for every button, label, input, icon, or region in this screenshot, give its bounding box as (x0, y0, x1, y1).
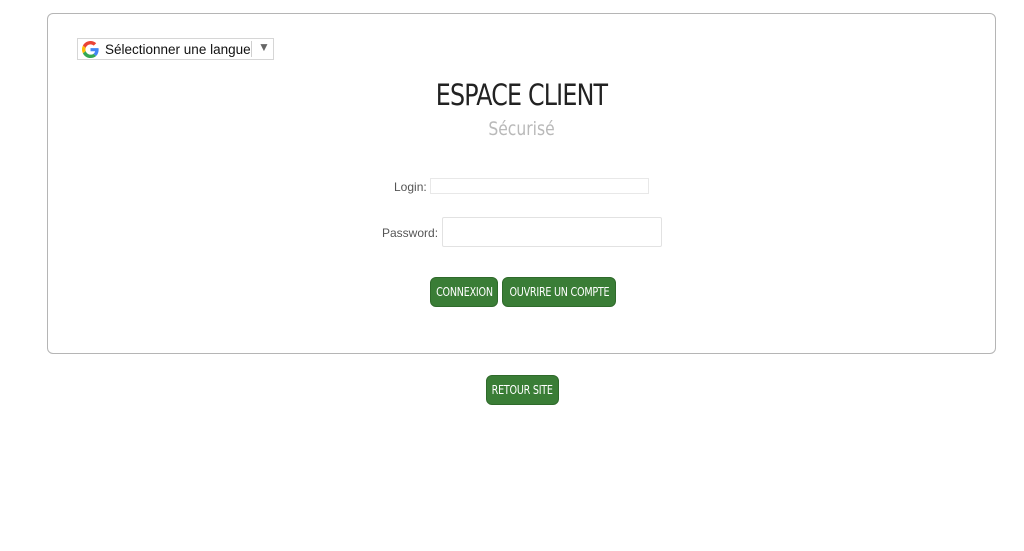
open-account-button[interactable]: OUVRIRE UN COMPTE (502, 277, 616, 307)
page-subtitle: Sécurisé (488, 118, 555, 140)
language-selector[interactable]: Sélectionner une langue ▼ (77, 38, 274, 60)
login-label: Login: (394, 180, 427, 194)
language-selector-label: Sélectionner une langue (105, 41, 251, 57)
google-g-icon (81, 40, 99, 58)
login-panel: Sélectionner une langue ▼ ESPACE CLIENT … (47, 13, 996, 354)
password-input[interactable] (442, 217, 662, 247)
page-title: ESPACE CLIENT (435, 78, 608, 112)
login-input[interactable] (430, 178, 649, 194)
connexion-button[interactable]: CONNEXION (430, 277, 498, 307)
language-selector-divider (251, 41, 252, 57)
dropdown-arrow-icon[interactable]: ▼ (258, 40, 270, 54)
password-label: Password: (382, 226, 439, 240)
open-account-button-label: OUVRIRE UN COMPTE (509, 285, 609, 299)
back-to-site-button[interactable]: RETOUR SITE (486, 375, 559, 405)
connexion-button-label: CONNEXION (435, 285, 493, 299)
back-to-site-button-label: RETOUR SITE (491, 383, 554, 397)
